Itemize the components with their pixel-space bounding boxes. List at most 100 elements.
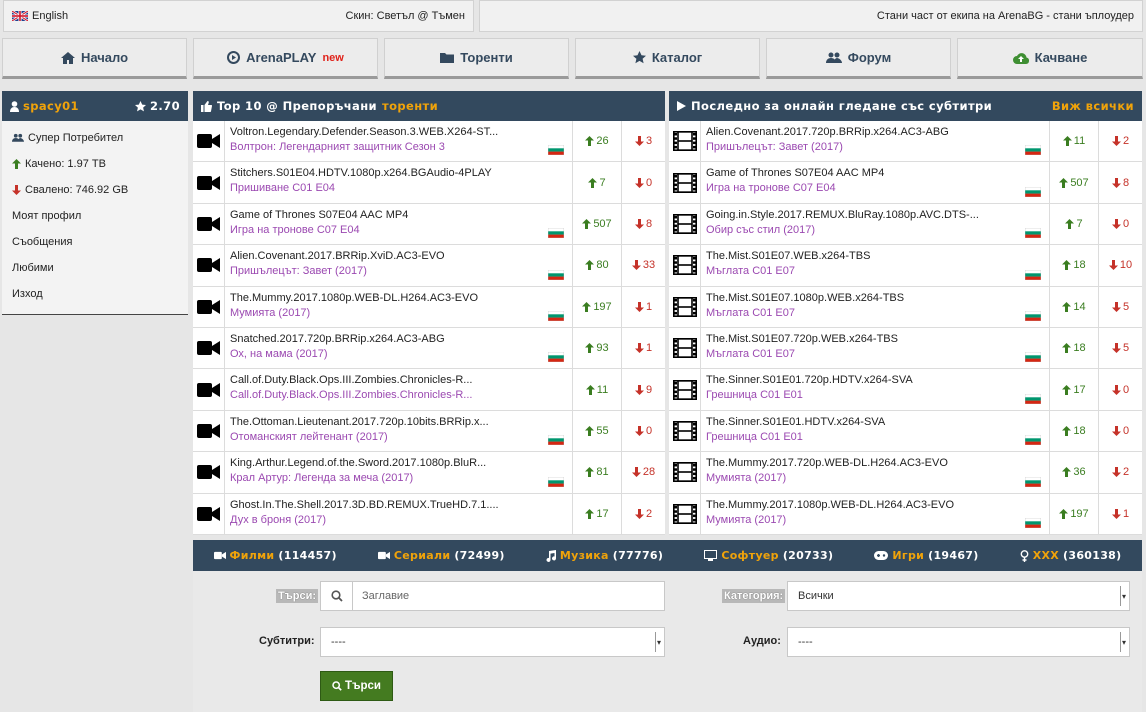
torrent-row[interactable]: Game of Thrones S07E04 AAC MP4 Игра на тр… xyxy=(669,162,1142,204)
view-all-link[interactable]: Виж всички xyxy=(1052,99,1134,113)
torrent-subtitle-link[interactable]: Крал Артур: Легенда за меча (2017) xyxy=(230,472,566,484)
torrent-subtitle-link[interactable]: Дух в броня (2017) xyxy=(230,514,566,526)
torrent-name-link[interactable]: Alien.Covenant.2017.720p.BRRip.x264.AC3-… xyxy=(706,126,1043,138)
torrent-name-link[interactable]: Game of Thrones S07E04 AAC MP4 xyxy=(230,209,566,221)
audio-select[interactable]: ---- ▾ xyxy=(787,627,1130,657)
nav-catalog[interactable]: Каталог xyxy=(575,38,760,79)
torrent-row[interactable]: The.Sinner.S01E01.720p.HDTV.x264-SVA Греш… xyxy=(669,369,1142,411)
subtitles-select[interactable]: ---- ▾ xyxy=(320,627,665,657)
torrent-subtitle-link[interactable]: Пришиване С01 Е04 xyxy=(230,182,566,194)
torrent-info: Alien.Covenant.2017.720p.BRRip.x264.AC3-… xyxy=(701,121,1050,162)
torrent-subtitle-link[interactable]: Пришълецът: Завет (2017) xyxy=(230,265,566,277)
torrent-subtitle-link[interactable]: Игра на тронове С07 Е04 xyxy=(230,224,566,236)
logout-link[interactable]: Изход xyxy=(2,281,188,307)
torrent-subtitle-link[interactable]: Мъглата С01 Е07 xyxy=(706,265,1043,277)
username-link[interactable]: spacy01 xyxy=(23,99,79,113)
torrent-name-link[interactable]: Call.of.Duty.Black.Ops.III.Zombies.Chron… xyxy=(230,374,566,386)
category-3[interactable]: Софтуер (20733) xyxy=(704,549,833,562)
torrent-row[interactable]: Alien.Covenant.2017.BRRip.XviD.AC3-EVO Пр… xyxy=(193,245,665,287)
torrent-row[interactable]: The.Mist.S01E07.1080p.WEB.x264-TBS Мъглат… xyxy=(669,286,1142,328)
nav-upload[interactable]: Качване xyxy=(957,38,1143,79)
torrent-row[interactable]: Voltron.Legendary.Defender.Season.3.WEB.… xyxy=(193,121,665,163)
torrent-row[interactable]: The.Mummy.2017.720p.WEB-DL.H264.AC3-EVO М… xyxy=(669,452,1142,494)
torrent-row[interactable]: Call.of.Duty.Black.Ops.III.Zombies.Chron… xyxy=(193,369,665,411)
torrent-name-link[interactable]: The.Mist.S01E07.1080p.WEB.x264-TBS xyxy=(706,292,1043,304)
torrent-subtitle-link[interactable]: Грешница С01 Е01 xyxy=(706,431,1043,443)
uploader-cta-link[interactable]: Стани част от екипа на ArenaBG - стани ъ… xyxy=(877,10,1134,22)
category-0[interactable]: Филми (114457) xyxy=(213,549,337,562)
messages-link[interactable]: Съобщения xyxy=(2,229,188,255)
torrent-subtitle-link[interactable]: Грешница С01 Е01 xyxy=(706,389,1043,401)
category-2[interactable]: Музика (77776) xyxy=(546,549,663,562)
torrent-name-link[interactable]: King.Arthur.Legend.of.the.Sword.2017.108… xyxy=(230,457,566,469)
torrent-subtitle-link[interactable]: Ох, на мама (2017) xyxy=(230,348,566,360)
search-input[interactable]: Заглавие xyxy=(320,581,665,611)
torrent-name-link[interactable]: Voltron.Legendary.Defender.Season.3.WEB.… xyxy=(230,126,566,138)
torrent-subtitle-link[interactable]: Мумията (2017) xyxy=(706,514,1043,526)
torrent-row[interactable]: The.Mummy.2017.1080p.WEB-DL.H264.AC3-EVO… xyxy=(193,286,665,328)
leechers-value: 5 xyxy=(1122,300,1130,313)
torrent-subtitle-link[interactable]: Обир със стил (2017) xyxy=(706,224,1043,236)
torrent-subtitle-link[interactable]: Мумията (2017) xyxy=(706,472,1043,484)
torrent-subtitle-link[interactable]: Мъглата С01 Е07 xyxy=(706,348,1043,360)
torrent-row[interactable]: The.Mist.S01E07.WEB.x264-TBS Мъглата С01 … xyxy=(669,245,1142,287)
arrow-up-icon xyxy=(582,301,592,312)
torrent-name-link[interactable]: The.Mummy.2017.720p.WEB-DL.H264.AC3-EVO xyxy=(706,457,1043,469)
torrent-subtitle-link[interactable]: Call.of.Duty.Black.Ops.III.Zombies.Chron… xyxy=(230,389,566,401)
arrow-up-icon xyxy=(1062,384,1072,395)
torrent-info: The.Mist.S01E07.1080p.WEB.x264-TBS Мъглат… xyxy=(701,286,1050,327)
top-bar-right: Стани част от екипа на ArenaBG - стани ъ… xyxy=(479,0,1143,32)
torrent-subtitle-link[interactable]: Мъглата С01 Е07 xyxy=(706,307,1043,319)
category-select[interactable]: Всички ▾ xyxy=(787,581,1130,611)
torrent-name-link[interactable]: Going.in.Style.2017.REMUX.BluRay.1080p.A… xyxy=(706,209,1043,221)
search-button[interactable]: Търси xyxy=(320,671,393,701)
torrent-name-link[interactable]: The.Sinner.S01E01.720p.HDTV.x264-SVA xyxy=(706,374,1043,386)
nav-arenaplay[interactable]: ArenaPLAY new xyxy=(193,38,378,79)
torrent-name-link[interactable]: The.Ottoman.Lieutenant.2017.720p.10bits.… xyxy=(230,416,566,428)
torrent-name-link[interactable]: Game of Thrones S07E04 AAC MP4 xyxy=(706,167,1043,179)
torrent-name-link[interactable]: The.Mist.S01E07.720p.WEB.x264-TBS xyxy=(706,333,1043,345)
torrent-row[interactable]: The.Mist.S01E07.720p.WEB.x264-TBS Мъглата… xyxy=(669,327,1142,370)
favorites-link[interactable]: Любими xyxy=(2,255,188,281)
category-5[interactable]: XXX (360138) xyxy=(1020,549,1122,562)
nav-torrents[interactable]: Торенти xyxy=(384,38,569,79)
my-profile-link[interactable]: Моят профил xyxy=(2,203,188,229)
torrent-name-link[interactable]: Snatched.2017.720p.BRRip.x264.AC3-ABG xyxy=(230,333,566,345)
torrent-subtitle-link[interactable]: Отоманският лейтенант (2017) xyxy=(230,431,566,443)
torrent-row[interactable]: The.Ottoman.Lieutenant.2017.720p.10bits.… xyxy=(193,410,665,453)
torrent-name-link[interactable]: Alien.Covenant.2017.BRRip.XviD.AC3-EVO xyxy=(230,250,566,262)
nav-home[interactable]: Начало xyxy=(2,38,187,79)
category-1[interactable]: Сериали (72499) xyxy=(377,549,505,562)
torrent-row[interactable]: The.Mummy.2017.1080p.WEB-DL.H264.AC3-EVO… xyxy=(669,493,1142,535)
top10-title-highlight[interactable]: торенти xyxy=(382,99,438,113)
torrent-name-link[interactable]: The.Mist.S01E07.WEB.x264-TBS xyxy=(706,250,1043,262)
torrent-row[interactable]: Alien.Covenant.2017.720p.BRRip.x264.AC3-… xyxy=(669,121,1142,163)
category-label[interactable]: Софтуер xyxy=(721,549,779,562)
torrent-name-link[interactable]: Ghost.In.The.Shell.2017.3D.BD.REMUX.True… xyxy=(230,499,566,511)
torrent-row[interactable]: King.Arthur.Legend.of.the.Sword.2017.108… xyxy=(193,452,665,494)
skin-switcher[interactable]: Скин: Светъл @ Тъмен xyxy=(346,10,465,22)
category-label[interactable]: Музика xyxy=(560,549,609,562)
torrent-row[interactable]: Going.in.Style.2017.REMUX.BluRay.1080p.A… xyxy=(669,203,1142,246)
torrent-row[interactable]: Snatched.2017.720p.BRRip.x264.AC3-ABG Ох,… xyxy=(193,327,665,370)
category-label[interactable]: Игри xyxy=(892,549,924,562)
torrent-subtitle-link[interactable]: Пришълецът: Завет (2017) xyxy=(706,141,1043,153)
torrent-name-link[interactable]: Stitchers.S01E04.HDTV.1080p.x264.BGAudio… xyxy=(230,167,566,179)
torrent-subtitle-link[interactable]: Волтрон: Легендарният защитник Сезон 3 xyxy=(230,141,566,153)
category-label[interactable]: Филми xyxy=(230,549,275,562)
category-label[interactable]: Сериали xyxy=(394,549,450,562)
language-selector[interactable]: English xyxy=(12,10,68,22)
nav-forum[interactable]: Форум xyxy=(766,38,951,79)
category-label[interactable]: XXX xyxy=(1033,549,1059,562)
torrent-info: The.Sinner.S01E01.HDTV.x264-SVA Грешница … xyxy=(701,410,1050,452)
torrent-row[interactable]: Ghost.In.The.Shell.2017.3D.BD.REMUX.True… xyxy=(193,493,665,535)
torrent-row[interactable]: Stitchers.S01E04.HDTV.1080p.x264.BGAudio… xyxy=(193,162,665,204)
torrent-name-link[interactable]: The.Mummy.2017.1080p.WEB-DL.H264.AC3-EVO xyxy=(230,292,566,304)
torrent-subtitle-link[interactable]: Мумията (2017) xyxy=(230,307,566,319)
torrent-name-link[interactable]: The.Sinner.S01E01.HDTV.x264-SVA xyxy=(706,416,1043,428)
torrent-row[interactable]: The.Sinner.S01E01.HDTV.x264-SVA Грешница … xyxy=(669,410,1142,453)
category-4[interactable]: Игри (19467) xyxy=(874,549,978,562)
torrent-subtitle-link[interactable]: Игра на тронове С07 Е04 xyxy=(706,182,1043,194)
torrent-name-link[interactable]: The.Mummy.2017.1080p.WEB-DL.H264.AC3-EVO xyxy=(706,499,1043,511)
torrent-row[interactable]: Game of Thrones S07E04 AAC MP4 Игра на тр… xyxy=(193,203,665,246)
